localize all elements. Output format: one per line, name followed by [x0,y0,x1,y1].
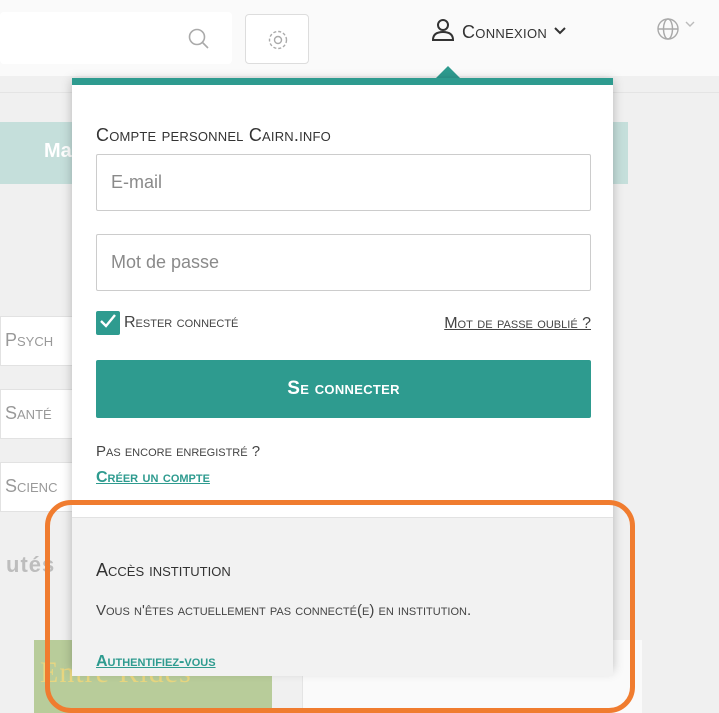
category-label: Psych [5,330,54,350]
globe-icon [655,18,699,46]
check-icon [99,313,117,334]
login-button[interactable]: Se connecter [96,360,591,418]
personal-account-title: Compte personnel Cairn.info [96,125,331,145]
category-label: Scienc [5,476,58,496]
dropdown-caret [436,66,460,78]
top-bar: Connexion [0,0,719,76]
background-tab-label: Ma [44,140,72,162]
password-field[interactable] [96,234,591,291]
login-label: Connexion [462,21,548,42]
chevron-down-icon [553,23,567,41]
search-icon[interactable] [186,26,220,56]
remember-label: Rester connecté [124,314,239,331]
email-field[interactable] [96,154,591,211]
category-label: Santé [5,403,52,423]
login-menu-toggle[interactable]: Connexion [430,18,567,46]
forgot-password-link[interactable]: Mot de passe oublié ? [444,315,591,333]
create-account-link[interactable]: Créer un compte [96,469,210,487]
user-icon [430,17,456,48]
language-button[interactable] [655,16,705,46]
highlight-annotation [45,500,635,713]
remember-checkbox[interactable] [96,311,120,335]
register-prompt: Pas encore enregistré ? [96,443,261,460]
settings-button[interactable] [245,14,309,64]
remember-me[interactable]: Rester connecté [96,311,238,335]
